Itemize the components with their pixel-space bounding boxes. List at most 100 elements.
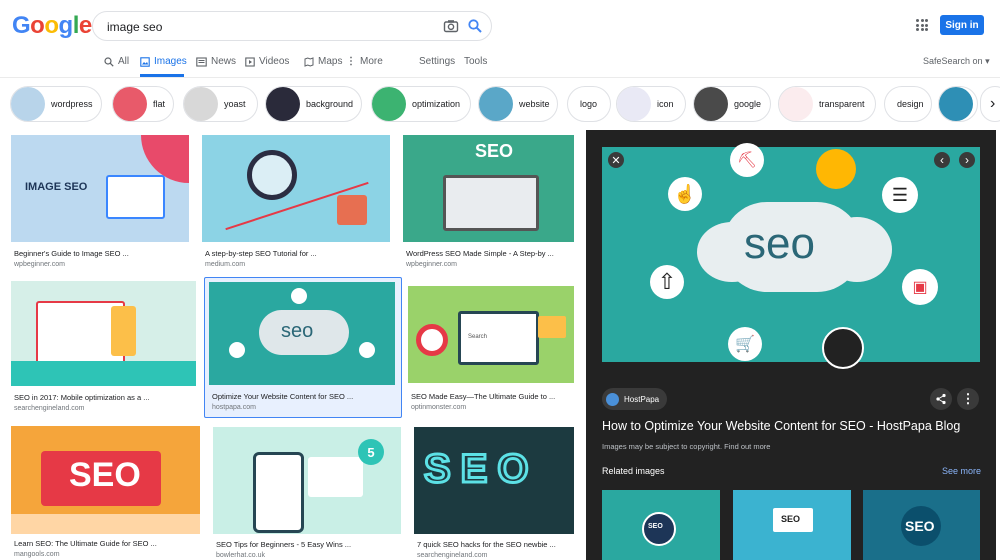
result-source[interactable]: hostpapa.com — [212, 404, 256, 411]
result-thumbnail[interactable]: SEO — [414, 427, 574, 534]
result-title[interactable]: 7 quick SEO hacks for the SEO newbie ... — [417, 540, 556, 549]
safesearch-toggle[interactable]: SafeSearch on ▾ — [923, 56, 990, 67]
result-title[interactable]: SEO in 2017: Mobile optimization as a ..… — [14, 393, 150, 402]
tab-videos[interactable]: Videos — [245, 56, 289, 67]
next-arrow-icon[interactable]: › — [959, 152, 975, 168]
chip-more-partial[interactable] — [938, 86, 978, 122]
tab-maps[interactable]: Maps — [304, 56, 342, 67]
image-icon — [140, 56, 150, 67]
share-icon — [936, 393, 946, 405]
result-source[interactable]: wpbeginner.com — [14, 261, 65, 268]
chip-label: yoast — [224, 99, 246, 109]
chevron-right-icon[interactable]: › — [980, 86, 1000, 122]
camera-icon[interactable] — [443, 18, 459, 34]
result-source[interactable]: wpbeginner.com — [406, 261, 457, 268]
result-title[interactable]: SEO Made Easy—The Ultimate Guide to ... — [411, 392, 555, 401]
chip-optimization[interactable]: optimization — [371, 86, 471, 122]
result-title[interactable]: Learn SEO: The Ultimate Guide for SEO ..… — [14, 539, 157, 548]
see-more-link[interactable]: See more — [942, 466, 981, 476]
find-out-more-link[interactable]: Find out more — [724, 442, 770, 451]
chip-background[interactable]: background — [265, 86, 362, 122]
share-button[interactable] — [930, 388, 952, 410]
thumbnail-text: seo — [281, 320, 314, 342]
chip-label: website — [519, 99, 550, 109]
result-thumbnail[interactable] — [11, 281, 196, 386]
logo-letter: G — [12, 12, 31, 39]
chip-thumbnail — [266, 87, 300, 121]
thumbnail-text: IMAGE SEO — [25, 181, 88, 193]
search-box — [92, 11, 492, 41]
tab-images[interactable]: Images — [140, 56, 187, 67]
chip-label: design — [897, 99, 924, 109]
upload-arrow-icon: ⇧ — [650, 265, 684, 299]
apps-icon[interactable] — [916, 19, 928, 31]
result-thumbnail[interactable] — [202, 135, 390, 242]
result-thumbnail[interactable]: 5 — [213, 427, 401, 534]
safesearch-label: SafeSearch on — [923, 56, 983, 66]
logo-letter: g — [58, 12, 74, 39]
previous-arrow-icon[interactable]: ‹ — [934, 152, 950, 168]
google-logo[interactable]: Google — [12, 12, 92, 40]
result-title[interactable]: SEO Tips for Beginners - 5 Easy Wins ... — [216, 540, 351, 549]
settings-link[interactable]: Settings — [419, 56, 455, 67]
result-source[interactable]: searchengineland.com — [14, 405, 84, 412]
result-thumbnail[interactable]: seo — [209, 282, 395, 385]
result-title[interactable]: Beginner's Guide to Image SEO ... — [14, 249, 129, 258]
tab-all[interactable]: All — [104, 56, 129, 67]
chip-transparent[interactable]: transparent — [778, 86, 876, 122]
search-icon — [104, 56, 114, 67]
tab-more[interactable]: ⋮ More — [346, 56, 383, 67]
search-input[interactable] — [105, 17, 429, 37]
close-icon[interactable]: ✕ — [608, 152, 624, 168]
tab-news[interactable]: News — [196, 56, 236, 67]
chip-logo[interactable]: logo — [567, 86, 611, 122]
tab-label: Maps — [318, 56, 343, 67]
users-icon — [816, 149, 856, 189]
related-image[interactable]: SEO — [602, 490, 720, 560]
result-source[interactable]: optinmonster.com — [411, 404, 466, 411]
source-chip[interactable]: HostPapa — [602, 388, 668, 410]
preview-image[interactable]: seo ⇧ ☝ ⛏ ☰ ▣ 🛒 — [602, 143, 980, 369]
tab-label: News — [211, 56, 237, 67]
result-thumbnail[interactable]: SEO — [11, 426, 200, 534]
chip-yoast[interactable]: yoast — [183, 86, 258, 122]
related-image[interactable]: SEO — [733, 490, 851, 560]
more-options-icon[interactable]: ⋮ — [957, 388, 979, 410]
result-title[interactable]: WordPress SEO Made Simple - A Step-by ..… — [406, 249, 554, 258]
tab-label: Images — [154, 56, 187, 67]
copyright-text: Images may be subject to copyright. — [602, 442, 723, 451]
chip-label: icon — [657, 99, 674, 109]
result-source[interactable]: mangools.com — [14, 551, 60, 558]
chip-thumbnail — [372, 87, 406, 121]
chip-icon[interactable]: icon — [616, 86, 686, 122]
related-image[interactable]: SEO — [863, 490, 980, 560]
result-source[interactable]: medium.com — [205, 261, 245, 268]
result-thumbnail[interactable]: Search — [408, 286, 574, 383]
chip-label: flat — [153, 99, 166, 109]
result-thumbnail[interactable]: IMAGE SEO — [11, 135, 189, 242]
image-preview-panel: seo ⇧ ☝ ⛏ ☰ ▣ 🛒 ✕ ‹ › HostPapa ⋮ How to … — [586, 130, 996, 560]
result-source[interactable]: bowlerhat.co.uk — [216, 552, 265, 559]
chip-thumbnail — [184, 87, 218, 121]
search-icon[interactable] — [467, 18, 483, 34]
chip-flat[interactable]: flat — [112, 86, 174, 122]
chip-website[interactable]: website — [478, 86, 558, 122]
thumbnail-text: SEO — [69, 456, 141, 494]
thumbnail-text: 5 — [358, 439, 384, 465]
chip-design[interactable]: design — [884, 86, 932, 122]
chip-google[interactable]: google — [693, 86, 771, 122]
preview-title[interactable]: How to Optimize Your Website Content for… — [602, 419, 960, 433]
result-source[interactable]: searchengineland.com — [417, 552, 487, 559]
copyright-notice: Images may be subject to copyright. Find… — [602, 442, 770, 451]
result-thumbnail[interactable]: SEO — [403, 135, 574, 242]
chip-thumbnail — [694, 87, 728, 121]
tools-link[interactable]: Tools — [464, 56, 487, 67]
pointer-hand-icon: ☝ — [668, 177, 702, 211]
result-title[interactable]: A step-by-step SEO Tutorial for ... — [205, 249, 317, 258]
chip-wordpress[interactable]: wordpress — [10, 86, 102, 122]
thumbnail-text: Search — [468, 334, 488, 340]
sign-in-button[interactable]: Sign in — [940, 15, 984, 35]
chip-label: wordpress — [51, 99, 93, 109]
more-vert-icon: ⋮ — [346, 56, 356, 67]
result-title[interactable]: Optimize Your Website Content for SEO ..… — [212, 392, 353, 401]
